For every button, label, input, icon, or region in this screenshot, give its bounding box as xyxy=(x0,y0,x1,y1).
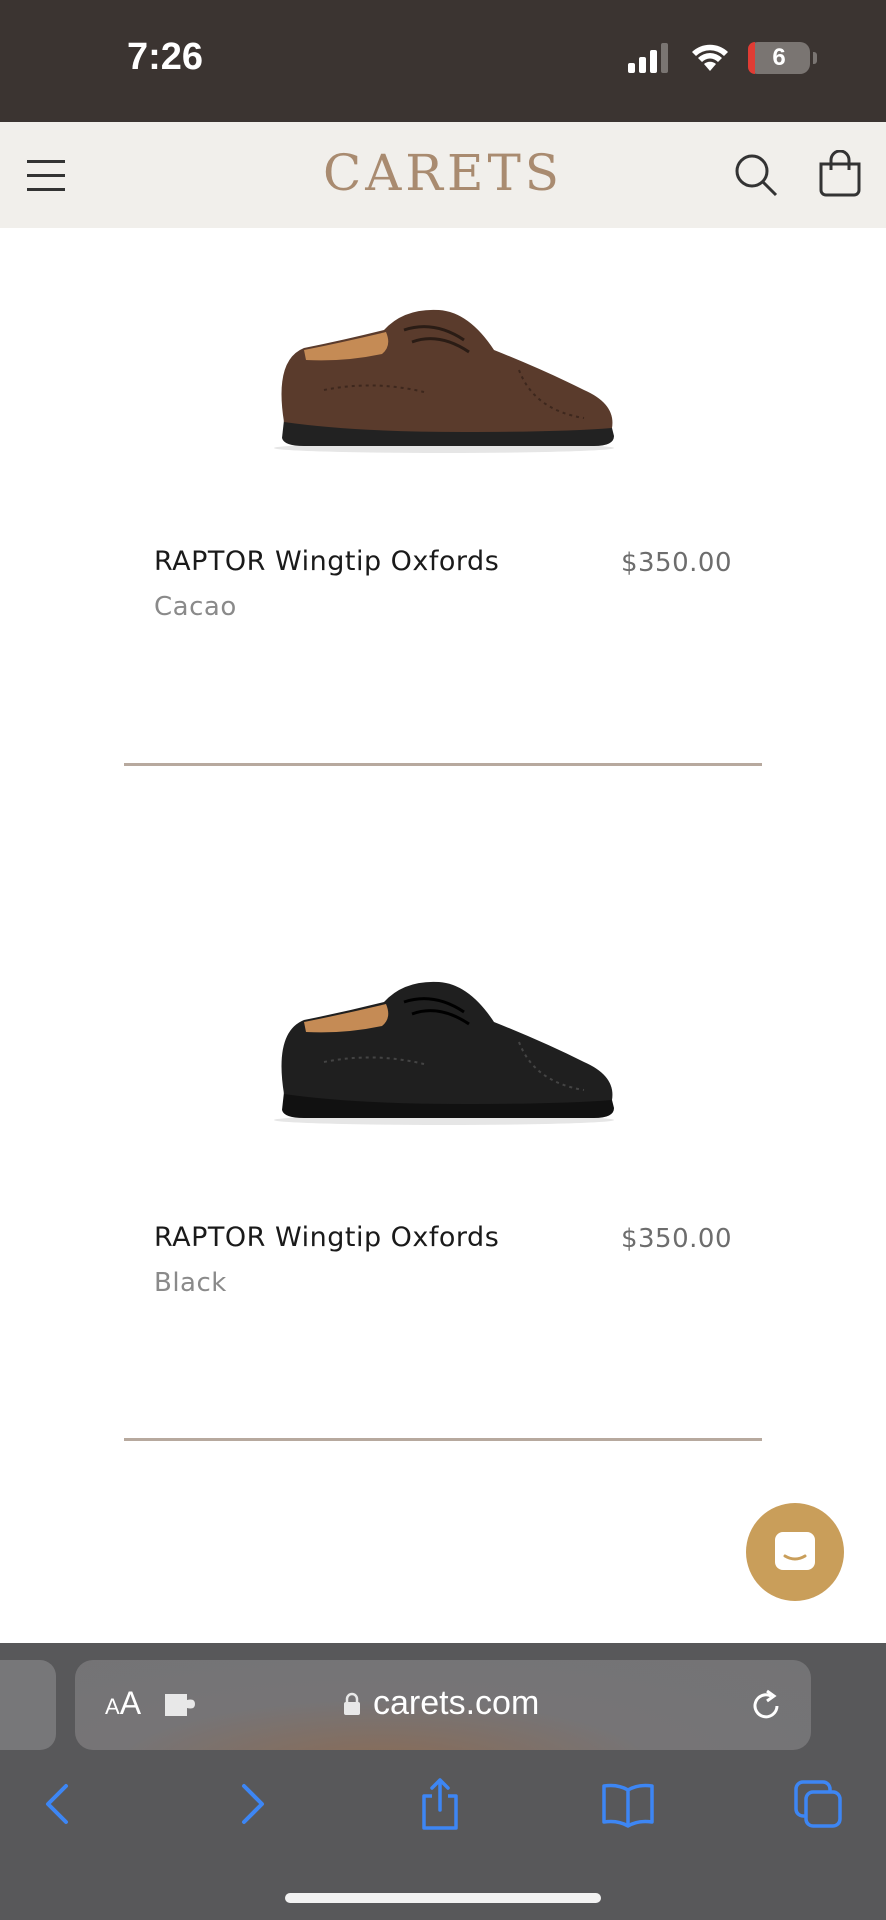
product-image[interactable] xyxy=(264,300,626,460)
divider xyxy=(124,763,762,766)
url-display[interactable]: carets.com xyxy=(343,1684,539,1723)
puzzle-icon[interactable] xyxy=(163,1688,199,1720)
wifi-icon xyxy=(692,44,728,71)
back-icon[interactable] xyxy=(32,1776,88,1832)
home-indicator xyxy=(285,1893,601,1903)
status-icons: 6 xyxy=(628,42,817,74)
product-title[interactable]: RAPTOR Wingtip Oxfords xyxy=(154,546,499,577)
url-text: carets.com xyxy=(373,1684,540,1722)
aa-label-small: A xyxy=(105,1694,120,1719)
status-time: 7:26 xyxy=(127,36,204,78)
address-bar[interactable]: AA carets.com xyxy=(75,1660,811,1750)
aa-label-large: A xyxy=(119,1685,142,1721)
shoe-upper xyxy=(281,309,613,432)
search-button[interactable] xyxy=(733,152,779,198)
product-title[interactable]: RAPTOR Wingtip Oxfords xyxy=(154,1222,499,1253)
lock-icon xyxy=(344,1692,360,1715)
product-card[interactable]: RAPTOR Wingtip Oxfords $350.00 Black xyxy=(124,900,762,1300)
previous-tab-preview[interactable] xyxy=(0,1660,56,1750)
cart-icon xyxy=(819,149,861,197)
site-header: CARETS xyxy=(0,122,886,228)
reload-icon[interactable] xyxy=(747,1686,785,1724)
product-price: $350.00 xyxy=(620,1224,732,1254)
chat-icon xyxy=(775,1532,815,1570)
browser-toolbar: AA carets.com xyxy=(0,1643,886,1920)
product-image[interactable] xyxy=(264,972,626,1132)
product-price: $350.00 xyxy=(620,548,732,578)
divider xyxy=(124,1438,762,1441)
product-variant: Cacao xyxy=(154,592,237,622)
chat-button[interactable] xyxy=(746,1503,844,1601)
search-icon xyxy=(735,154,778,197)
cart-button[interactable] xyxy=(817,149,863,198)
battery-indicator: 6 xyxy=(748,42,817,74)
battery-level: 6 xyxy=(772,44,786,71)
status-bar: 7:26 6 xyxy=(0,0,886,122)
product-card[interactable]: RAPTOR Wingtip Oxfords $350.00 Cacao xyxy=(124,228,762,628)
shoe-upper xyxy=(281,981,613,1104)
product-variant: Black xyxy=(154,1268,227,1298)
tabs-icon[interactable] xyxy=(790,1776,846,1832)
reader-settings-button[interactable]: AA xyxy=(105,1685,141,1722)
forward-icon[interactable] xyxy=(224,1776,280,1832)
bookmarks-icon[interactable] xyxy=(600,1776,656,1832)
share-icon[interactable] xyxy=(412,1776,468,1832)
shoe-image xyxy=(274,981,614,1125)
shoe-image xyxy=(274,309,614,453)
signal-icon xyxy=(628,43,668,73)
